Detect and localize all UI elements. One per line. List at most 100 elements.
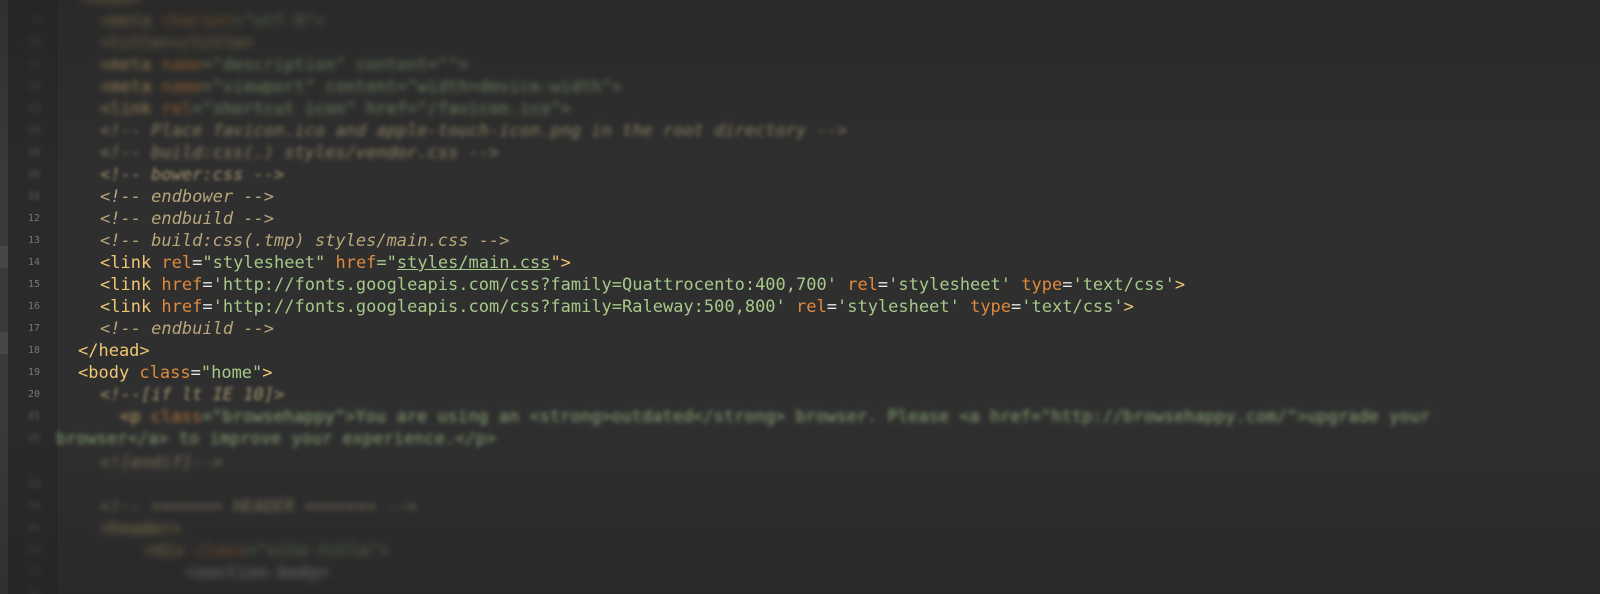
code-line: 24 <box>28 474 1600 512</box>
line-number: 12 <box>27 81 40 92</box>
line-number: 10 <box>27 37 40 48</box>
token-attribute: class <box>139 363 191 383</box>
code-line: 9 <head> <box>34 0 1600 26</box>
token-link[interactable]: styles/main.css <box>397 253 551 273</box>
token-punct: = <box>202 297 213 317</box>
token-comment: <!-- endbuild --> <box>100 209 274 229</box>
token-punct: = <box>826 297 837 317</box>
code-line: 10 <meta charset="utf-8"> <box>28 10 1600 48</box>
line-number: 17 <box>27 323 40 334</box>
token-attribute: rel <box>161 99 193 119</box>
code-line: 23 <![endif]--> <box>28 452 1600 490</box>
token-tag: <header> <box>100 519 182 539</box>
code-line: 20 <body class="home"> <box>28 362 1600 400</box>
line-number: 15 <box>27 279 40 290</box>
code-line: browser</a> to improve your experience.<… <box>56 428 1600 450</box>
token-string: 'stylesheet' <box>837 297 960 317</box>
token-attribute: charset <box>161 11 234 31</box>
token-tag: </title> <box>171 33 254 53</box>
token-tag: <div <box>144 541 196 561</box>
code-line: 26 <header> <box>28 518 1600 556</box>
token-string: 'text/css' <box>1021 297 1124 317</box>
token-tag: > <box>1174 275 1186 295</box>
token-punct: = <box>1062 275 1073 295</box>
token-attribute: name <box>161 55 203 75</box>
code-line: 22 <p class="browsehappy">You are using … <box>28 406 1600 444</box>
code-line: 28 <section-body> <box>28 562 1600 594</box>
token-tag: < <box>80 0 90 9</box>
line-number: 23 <box>27 479 40 490</box>
token-comment: <!-- ======= HEADER ======= --> <box>100 497 418 517</box>
line-number: 12 <box>27 213 40 224</box>
token-attribute: class <box>150 407 202 427</box>
token-string: ="shortcut icon" href="/favicon.ico"> <box>192 99 571 119</box>
code-line: 27 <div class="site-title"> <box>28 540 1600 578</box>
token-attribute: href <box>335 253 377 273</box>
token-tag: <body <box>78 363 140 383</box>
line-number: 26 <box>27 545 40 556</box>
code-line: 13 <meta name="viewport" content="width=… <box>28 76 1600 114</box>
code-line: 17 <link href='http://fonts.googleapis.c… <box>28 296 1600 334</box>
code-line: 15 <link rel="stylesheet" href="styles/m… <box>28 252 1600 290</box>
line-number: 16 <box>27 301 40 312</box>
token-comment: <!-- build:css(.) styles/vendor.css --> <box>100 143 500 163</box>
line-number: 16 <box>27 169 40 180</box>
token-string: 'http://fonts.googleapis.com/css?family=… <box>212 297 786 317</box>
token-comment: <!-- Place favicon.ico and apple-touch-i… <box>100 121 848 141</box>
line-number: 13 <box>27 103 40 114</box>
token-string: ="browsehappy">You are using an <strong>… <box>201 407 1431 427</box>
code-line: 19 </head> <box>28 340 1600 378</box>
token-attribute: rel <box>796 297 827 317</box>
token-comment: <!-- endbuild --> <box>100 319 274 339</box>
token-punct: = <box>877 275 889 295</box>
token-tag: <link <box>100 275 162 295</box>
token-string: ="description" content=""> <box>202 55 469 75</box>
token-tag: <link <box>100 253 162 273</box>
token-string: 'stylesheet' <box>888 275 1011 295</box>
code-line: 15 <!-- Place favicon.ico and apple-touc… <box>28 120 1600 158</box>
line-number: 14 <box>27 125 40 136</box>
code-line: 18 <!-- endbuild --> <box>28 318 1600 356</box>
token-tag: <p <box>120 407 151 427</box>
line-number: 11 <box>27 191 40 202</box>
line-number: 21 <box>27 411 40 422</box>
token-string: ="site-title"> <box>246 541 390 561</box>
token-attribute: rel <box>847 275 878 295</box>
code-line: 16 <link href='http://fonts.googleapis.c… <box>28 274 1600 312</box>
token-punct: = <box>1011 297 1022 317</box>
code-line: 14 <!-- build:css(.tmp) styles/main.css … <box>28 230 1600 268</box>
token-comment: <!-- build:css(.tmp) styles/main.css --> <box>100 231 510 251</box>
token-tag: <link <box>100 297 162 317</box>
token-tag: > <box>131 0 141 9</box>
token-tag: > <box>1123 297 1134 317</box>
token-punct: = <box>190 363 201 383</box>
code-area[interactable]: 9 <head> 10 <meta charset="utf-8"> 11 <t… <box>28 0 1600 594</box>
code-line: 25 <!-- ======= HEADER ======= --> <box>28 496 1600 534</box>
token-comment: <![endif]--> <box>100 453 223 473</box>
line-number: 19 <box>27 367 40 378</box>
code-line: 21 <!--[if lt IE 10]> <box>28 384 1600 422</box>
line-number: 22 <box>27 433 40 444</box>
line-number: 14 <box>27 257 40 268</box>
token-punct: = <box>192 253 203 273</box>
line-number: 25 <box>27 523 40 534</box>
token-tag: "> <box>550 253 571 273</box>
token-attribute: href <box>161 275 203 295</box>
token-text: <section-body> <box>186 563 330 583</box>
token-tag: <meta <box>100 55 162 75</box>
token-punct: = <box>202 275 213 295</box>
token-tag: > <box>262 363 273 383</box>
line-number: 24 <box>27 501 40 512</box>
token-tag: </head> <box>78 341 150 361</box>
token-tag: <meta <box>100 11 162 31</box>
code-line: 12 <!-- endbower --> <box>28 186 1600 224</box>
token-string: =" <box>376 253 397 273</box>
code-line: 14 <link rel="shortcut icon" href="/favi… <box>28 98 1600 136</box>
code-line: 12 <meta name="description" content=""> <box>28 54 1600 92</box>
token-string: browser</a> to improve your experience.<… <box>56 429 497 449</box>
code-line: 11 <!-- bower:css --> <box>28 164 1600 202</box>
